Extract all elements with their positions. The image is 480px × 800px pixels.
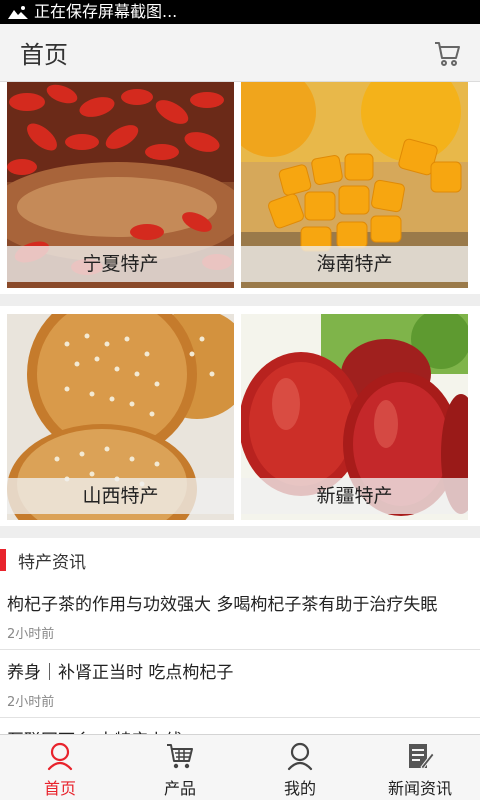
section-divider	[0, 294, 480, 306]
tab-news[interactable]: 新闻资讯	[360, 735, 480, 800]
user-icon	[287, 742, 313, 771]
news-title: 枸杞子茶的作用与功效强大 多喝枸杞子茶有助于治疗失眠	[7, 595, 438, 615]
cart-icon	[167, 744, 193, 769]
section-divider	[0, 526, 480, 538]
status-bar: 正在保存屏幕截图...	[0, 0, 480, 24]
tab-mine[interactable]: 我的	[240, 735, 360, 800]
tab-products[interactable]: 产品	[120, 735, 240, 800]
status-text: 正在保存屏幕截图...	[34, 2, 178, 21]
category-label: 山西特产	[7, 478, 234, 514]
tab-label: 首页	[43, 779, 76, 798]
category-tile-xinjiang[interactable]: 新疆特产	[241, 314, 468, 520]
news-section-header: 特产资讯	[0, 538, 480, 582]
tab-label: 我的	[283, 779, 316, 798]
category-grid-row-1: 宁夏特产 海南特产	[0, 82, 480, 294]
news-title: 养身｜补肾正当时 吃点枸杞子	[7, 663, 234, 683]
cart-icon[interactable]	[432, 38, 462, 68]
screenshot-icon	[8, 6, 28, 19]
tab-label: 新闻资讯	[387, 779, 452, 798]
category-tile-hainan[interactable]: 海南特产	[241, 82, 468, 288]
bottom-tab-bar: 首页 产品 我的 新闻资讯	[0, 734, 480, 800]
news-time: 2小时前	[7, 695, 55, 710]
news-time: 2小时前	[7, 627, 55, 642]
category-label: 新疆特产	[241, 478, 468, 514]
page-title: 首页	[20, 41, 68, 69]
category-tile-shanxi[interactable]: 山西特产	[7, 314, 234, 520]
news-section-title: 特产资讯	[18, 552, 86, 573]
category-grid-row-2: 山西特产 新疆特产	[0, 306, 480, 526]
app-header: 首页	[0, 24, 480, 82]
category-label: 宁夏特产	[7, 246, 234, 282]
category-tile-ningxia[interactable]: 宁夏特产	[7, 82, 234, 288]
tab-home[interactable]: 首页	[0, 735, 120, 800]
section-accent-bar	[0, 549, 6, 571]
news-item[interactable]: 养身｜补肾正当时 吃点枸杞子 2小时前	[0, 650, 480, 718]
category-label: 海南特产	[241, 246, 468, 282]
news-item[interactable]: 枸杞子茶的作用与功效强大 多喝枸杞子茶有助于治疗失眠 2小时前	[0, 582, 480, 650]
tab-label: 产品	[163, 779, 196, 798]
news-icon	[409, 744, 435, 770]
home-icon	[47, 742, 73, 771]
